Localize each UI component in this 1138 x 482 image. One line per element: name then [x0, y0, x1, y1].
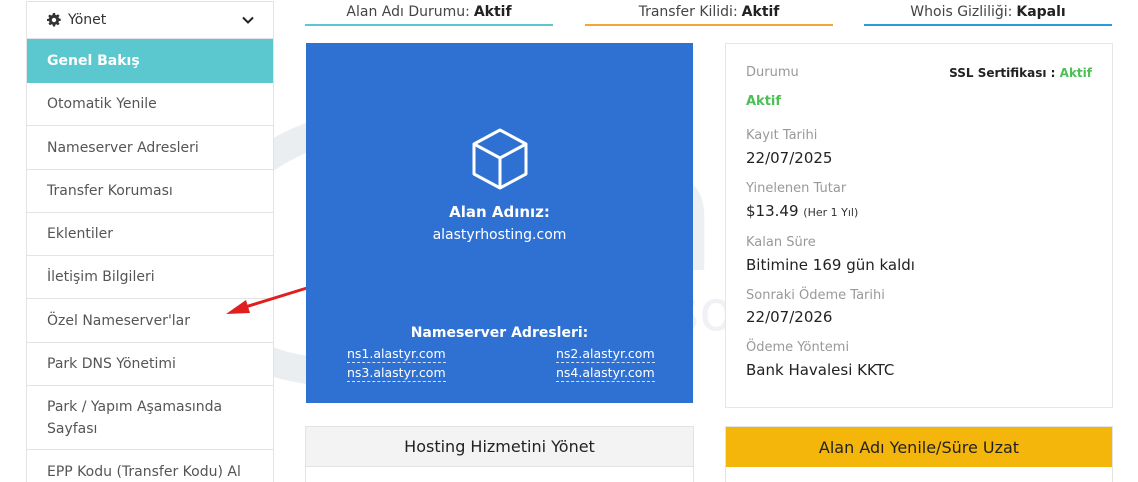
sidebar-item-label: Özel Nameserver'lar [47, 312, 191, 329]
sidebar-item-park-yapim[interactable]: Park / Yapım Aşamasında Sayfası [27, 386, 273, 450]
status-whois-label: Whois Gizliliği: [910, 4, 1013, 20]
sidebar-item-epp-kodu[interactable]: EPP Kodu (Transfer Kodu) Al [27, 450, 273, 482]
next-due-label: Sonraki Ödeme Tarihi [746, 288, 885, 303]
sidebar-item-label: Park / Yapım Aşamasında Sayfası [47, 398, 223, 437]
renew-panel: Alan Adı Yenile/Süre Uzat [725, 426, 1113, 482]
sidebar-item-transfer-korumasi[interactable]: Transfer Koruması [27, 170, 273, 213]
sidebar-header-label: Yönet [68, 12, 107, 28]
status-label: Durumu [746, 65, 799, 80]
nameserver-link-3[interactable]: ns3.alastyr.com [347, 365, 446, 382]
sidebar-item-label: Eklentiler [47, 226, 113, 242]
renew-amount: $13.49 (Her 1 Yıl) [746, 202, 858, 220]
nameserver-link-4[interactable]: ns4.alastyr.com [556, 365, 655, 382]
status-transfer-label: Transfer Kilidi: [638, 4, 738, 20]
sidebar-item-eklentiler[interactable]: Eklentiler [27, 213, 273, 256]
sidebar-item-label: Genel Bakış [47, 52, 140, 69]
status-value: Aktif [746, 94, 782, 109]
nameserver-link-2[interactable]: ns2.alastyr.com [556, 346, 655, 363]
renew-amount-value: $13.49 [746, 202, 799, 220]
ssl-value: Aktif [1059, 66, 1092, 80]
hosting-manage-title[interactable]: Hosting Hizmetini Yönet [306, 427, 693, 467]
sidebar-item-label: Otomatik Yenile [47, 96, 157, 112]
domain-summary-box: Alan Adınız: alastyrhosting.com Nameserv… [306, 43, 693, 403]
sidebar-item-label: Transfer Koruması [47, 183, 173, 199]
status-whois-value: Kapalı [1016, 4, 1066, 20]
nameserver-label: Nameserver Adresleri: [410, 325, 589, 341]
status-domain: Alan Adı Durumu: Aktif [305, 0, 553, 26]
sidebar: Yönet Genel Bakış Otomatik Yenile Namese… [26, 1, 274, 482]
chevron-down-icon[interactable] [241, 13, 255, 27]
renew-period: (Her 1 Yıl) [803, 206, 859, 219]
cube-icon [472, 128, 528, 190]
gear-icon [47, 13, 61, 27]
ssl-status: SSL Sertifikası : Aktif [949, 66, 1092, 80]
renew-amount-label: Yinelenen Tutar [746, 181, 847, 196]
renew-button[interactable]: Alan Adı Yenile/Süre Uzat [726, 427, 1112, 467]
reg-date-label: Kayıt Tarihi [746, 128, 818, 143]
nameserver-link-1[interactable]: ns1.alastyr.com [347, 346, 446, 363]
status-transfer-lock: Transfer Kilidi: Aktif [585, 0, 833, 26]
status-transfer-value: Aktif [741, 4, 780, 20]
domain-name: alastyrhosting.com [432, 227, 567, 243]
domain-label: Alan Adınız: [449, 203, 550, 221]
page: { "status_tabs": [ {"label": "Alan Adı D… [0, 0, 1138, 482]
remaining-label: Kalan Süre [746, 235, 816, 250]
domain-info-card: Durumu SSL Sertifikası : Aktif Aktif Kay… [725, 43, 1113, 408]
next-due-value: 22/07/2026 [746, 308, 833, 326]
reg-date-value: 22/07/2025 [746, 149, 833, 167]
status-whois: Whois Gizliliği: Kapalı [864, 0, 1112, 26]
payment-value: Bank Havalesi KKTC [746, 361, 895, 379]
payment-label: Ödeme Yöntemi [746, 340, 850, 355]
sidebar-item-label: Park DNS Yönetimi [47, 356, 176, 372]
sidebar-header[interactable]: Yönet [27, 2, 273, 39]
hosting-manage-panel: Hosting Hizmetini Yönet [305, 426, 694, 482]
sidebar-item-otomatik-yenile[interactable]: Otomatik Yenile [27, 83, 273, 126]
sidebar-item-label: Nameserver Adresleri [47, 139, 199, 156]
ssl-label: SSL Sertifikası : [949, 66, 1056, 80]
sidebar-item-label: EPP Kodu (Transfer Kodu) Al [47, 463, 241, 480]
status-domain-label: Alan Adı Durumu: [346, 4, 470, 20]
sidebar-item-nameserver-adresleri[interactable]: Nameserver Adresleri [27, 126, 273, 170]
status-domain-value: Aktif [473, 4, 512, 20]
remaining-value: Bitimine 169 gün kaldı [746, 256, 915, 274]
sidebar-item-label: İletişim Bilgileri [47, 269, 155, 285]
sidebar-item-genel-bakis[interactable]: Genel Bakış [27, 39, 273, 83]
sidebar-item-park-dns[interactable]: Park DNS Yönetimi [27, 343, 273, 386]
